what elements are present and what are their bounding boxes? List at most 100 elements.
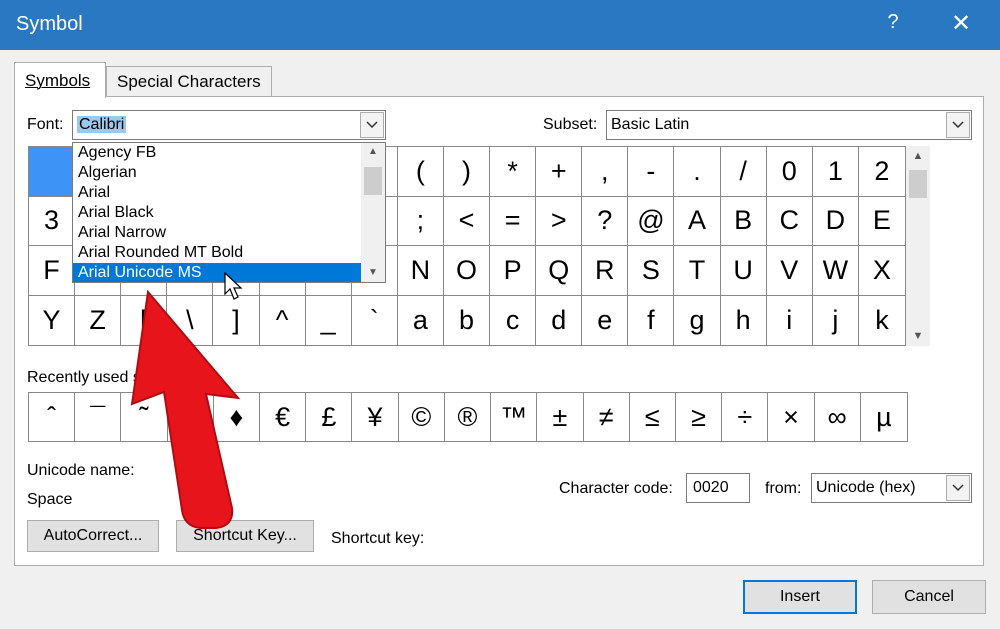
symbol-cell[interactable]: A [674,196,721,246]
symbol-cell[interactable]: O [443,246,491,296]
symbol-cell[interactable]: i [767,295,813,345]
symbol-cell[interactable]: 1 [812,147,859,197]
recent-symbol-cell[interactable]: ¯ [75,393,122,441]
symbol-cell[interactable]: U [720,246,767,296]
symbol-cell[interactable]: N [397,246,444,296]
recent-symbol-cell[interactable]: ∞ [815,393,861,441]
symbol-cell[interactable]: / [720,147,767,197]
symbol-cell[interactable]: P [490,246,537,296]
close-button[interactable]: ✕ [947,9,975,38]
symbol-cell[interactable]: b [444,295,491,345]
symbol-cell[interactable]: = [490,196,537,246]
symbol-cell[interactable]: . [674,147,721,197]
shortcut-key-label: Shortcut key: [331,530,425,547]
scroll-down-icon[interactable]: ▼ [906,326,930,346]
recent-symbol-cell[interactable]: £ [306,393,353,441]
symbol-cell[interactable]: F [29,246,76,296]
chevron-down-icon[interactable] [360,112,384,138]
symbol-cell[interactable]: ; [397,196,444,246]
font-list-item[interactable]: Algerian [73,163,363,183]
symbol-cell[interactable]: < [443,196,491,246]
symbol-cell[interactable]: Q [536,246,583,296]
subset-combobox[interactable]: Basic Latin [606,110,972,140]
symbol-cell[interactable]: T [674,246,721,296]
character-code-input[interactable]: 0020 [686,473,750,503]
symbol-cell[interactable]: ` [352,295,398,345]
recent-symbol-cell[interactable]: ≠ [584,393,630,441]
symbol-cell[interactable]: W [812,246,859,296]
cancel-button[interactable]: Cancel [872,580,986,614]
recent-symbol-cell[interactable]: ¥ [352,393,399,441]
font-list-item[interactable]: Agency FB [73,143,363,163]
tab-special-characters[interactable]: Special Characters [106,66,272,97]
chevron-down-icon[interactable] [946,475,970,501]
scroll-thumb[interactable] [364,167,382,195]
symbol-cell[interactable]: 0 [766,147,813,197]
font-combobox[interactable]: Calibri [72,110,386,140]
symbol-grid-scrollbar[interactable]: ▲ ▼ [906,146,930,346]
font-list-item[interactable]: Arial [73,183,363,203]
symbol-cell[interactable] [29,147,76,197]
symbol-cell[interactable]: ( [397,147,444,197]
scroll-up-icon[interactable]: ▲ [906,146,930,166]
symbol-cell[interactable]: X [858,246,905,296]
symbol-cell[interactable]: c [490,295,537,345]
font-list-item[interactable]: Arial Black [73,203,363,223]
symbol-cell[interactable]: d [536,295,583,345]
font-list-scrollbar[interactable]: ▲ ▼ [361,143,385,282]
font-list-item[interactable]: Arial Unicode MS [73,263,363,282]
symbol-cell[interactable]: 3 [29,196,76,246]
symbol-cell[interactable]: ) [443,147,491,197]
symbol-cell[interactable]: , [582,147,629,197]
scroll-down-icon[interactable]: ▼ [361,264,385,282]
symbol-cell[interactable]: ? [582,196,629,246]
symbol-cell[interactable]: R [582,246,629,296]
symbol-cell[interactable]: C [766,196,813,246]
scroll-up-icon[interactable]: ▲ [361,143,385,161]
recent-symbol-cell[interactable]: ≥ [676,393,723,441]
recent-symbol-cell[interactable]: ® [445,393,492,441]
title-bar: Symbol ? ✕ [0,0,1000,50]
symbol-cell[interactable]: a [398,295,444,345]
font-list-item[interactable]: Arial Narrow [73,223,363,243]
recent-symbol-cell[interactable]: © [399,393,445,441]
symbol-cell[interactable]: Z [75,295,122,345]
symbol-cell[interactable]: * [490,147,537,197]
recent-symbol-cell[interactable]: € [260,393,307,441]
from-combobox[interactable]: Unicode (hex) [811,473,972,503]
recent-symbol-cell[interactable]: ˆ [29,393,76,441]
font-list-item[interactable]: Arial Rounded MT Bold [73,243,363,263]
tab-special-characters-label: Special Characters [117,72,261,91]
symbol-cell[interactable]: e [582,295,629,345]
recent-symbol-cell[interactable]: ÷ [722,393,769,441]
symbol-cell[interactable]: f [628,295,675,345]
symbol-cell[interactable]: D [812,196,859,246]
symbol-cell[interactable]: @ [628,196,675,246]
symbol-cell[interactable]: h [721,295,767,345]
recent-symbol-cell[interactable]: × [768,393,815,441]
recent-symbol-cell[interactable]: ± [537,393,584,441]
tab-symbols[interactable]: Symbols [14,62,106,98]
symbol-cell[interactable]: + [536,147,583,197]
symbol-cell[interactable]: ^ [260,295,306,345]
symbol-cell[interactable]: V [766,246,813,296]
recent-symbol-cell[interactable]: ™ [491,393,538,441]
recent-symbol-cell[interactable]: µ [861,393,907,441]
recent-symbol-cell[interactable]: ≤ [630,393,676,441]
symbol-cell[interactable]: 2 [858,147,905,197]
help-button[interactable]: ? [881,11,905,34]
symbol-cell[interactable]: - [628,147,675,197]
chevron-down-icon[interactable] [946,112,970,138]
symbol-cell[interactable]: S [628,246,675,296]
symbol-cell[interactable]: _ [306,295,352,345]
symbol-cell[interactable]: g [674,295,721,345]
scroll-thumb[interactable] [909,170,927,198]
symbol-cell[interactable]: B [720,196,767,246]
insert-button[interactable]: Insert [743,580,857,614]
font-dropdown-list[interactable]: Agency FB Algerian Arial Arial Black Arial N… [72,142,386,283]
symbol-cell[interactable]: > [536,196,583,246]
symbol-cell[interactable]: k [859,296,905,346]
symbol-cell[interactable]: Y [29,295,76,345]
symbol-cell[interactable]: j [813,295,859,345]
symbol-cell[interactable]: E [858,197,905,246]
